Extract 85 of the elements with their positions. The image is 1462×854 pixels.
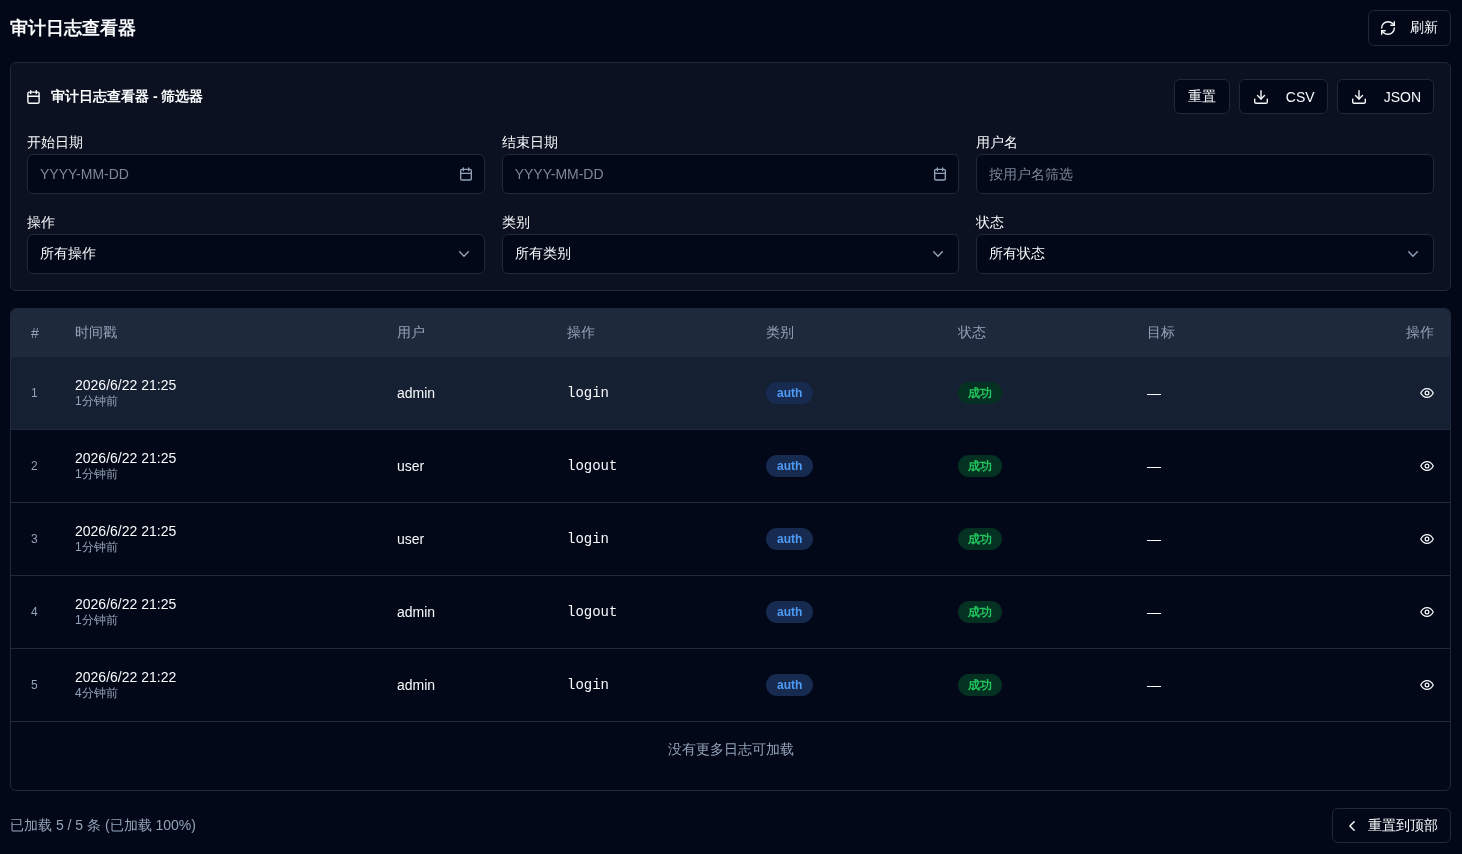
refresh-button[interactable]: 刷新 [1368,10,1451,46]
table-cell-text: logout [567,458,619,474]
table-row[interactable]: 1 2026/6/22 21:25 1分钟前 admin login auth 成功 — [11,357,1450,430]
download-icon [1253,89,1268,104]
relative-time-text: 1分钟前 [75,540,119,555]
eye-icon[interactable] [1420,680,1434,690]
calendar-icon[interactable] [459,167,472,181]
date-field[interactable]: YYYY-MM-DD [27,154,485,194]
category-badge: auth [766,674,814,696]
relative-time-text: 1分钟前 [75,467,119,482]
relative-time-text: 1分钟前 [75,613,119,628]
download-icon [1351,89,1366,104]
column-header: 操作 [567,324,596,342]
table-cell-text: — [1147,385,1162,401]
timestamp-text: 2026/6/22 21:25 [75,377,178,394]
field-label: 状态 [976,213,1006,232]
eye-icon[interactable] [1420,461,1434,471]
reset-button[interactable]: 重置 [1173,79,1230,114]
date-field[interactable]: YYYY-MM-DD [501,154,960,194]
relative-time-text: 1分钟前 [75,394,119,409]
panel-title: 审计日志查看器 - 筛选器 [51,87,204,106]
calendar-icon[interactable] [934,167,947,181]
timestamp-text: 2026/6/22 21:25 [75,596,178,613]
export-button[interactable]: CSV [1238,79,1328,114]
column-header: 目标 [1147,324,1176,342]
row-number: 1 [30,386,39,400]
table-cell-text: — [1147,604,1162,620]
status-badge: 成功 [958,674,1002,696]
timestamp-text: 2026/6/22 21:25 [75,450,178,467]
category-badge: auth [766,455,814,477]
table-cell-text: user [397,458,426,474]
chevron-down-icon [1408,251,1418,257]
back-to-top-button[interactable]: 重置到顶部 [1332,808,1451,843]
load-summary-text: 已加载 5 / 5 条 (已加载 100%) [10,816,196,835]
select-field[interactable]: 所有类别 [501,234,960,274]
field-label: 结束日期 [501,133,559,152]
column-header: # [30,325,40,341]
eye-icon[interactable] [1420,534,1434,544]
row-number: 5 [30,678,39,692]
field-label: 开始日期 [27,133,84,152]
table-cell-text: logout [567,604,619,620]
relative-time-text: 4分钟前 [75,686,119,701]
status-badge: 成功 [958,382,1002,404]
status-badge: 成功 [958,455,1002,477]
refresh-icon [1381,21,1395,35]
table-cell-text: login [567,531,610,547]
column-header: 操作 [1406,324,1435,342]
table-cell-text: admin [397,604,437,620]
category-badge: auth [766,601,814,623]
export-button[interactable]: JSON [1336,79,1434,114]
category-badge: auth [766,382,814,404]
column-header: 状态 [958,324,987,342]
status-badge: 成功 [958,601,1002,623]
field-label: 用户名 [976,133,1020,152]
chevron-down-icon [933,251,944,257]
select-field[interactable]: 所有状态 [976,234,1434,274]
row-number: 3 [30,532,39,546]
timestamp-text: 2026/6/22 21:25 [75,523,178,540]
select-field[interactable]: 所有操作 [27,234,485,274]
no-more-logs-text: 没有更多日志可加载 [667,740,794,759]
table-cell-text: admin [397,677,437,693]
row-number: 4 [30,605,39,619]
field-label: 操作 [27,213,56,232]
field-label: 类别 [501,213,531,232]
row-number: 2 [30,459,39,473]
category-badge: auth [766,528,814,550]
table-cell-text: admin [397,385,437,401]
calendar-icon [27,89,40,104]
column-header: 类别 [766,324,795,342]
table-cell-text: — [1147,458,1162,474]
status-badge: 成功 [958,528,1002,550]
table-cell-text: login [567,677,610,693]
chevron-down-icon [458,251,469,257]
table-cell-text: login [567,385,610,401]
timestamp-text: 2026/6/22 21:22 [75,669,178,686]
column-header: 用户 [397,324,426,342]
table-cell-text: user [397,531,426,547]
eye-icon[interactable] [1420,607,1434,617]
column-header: 时间戳 [75,324,118,342]
table-cell-text: — [1147,677,1162,693]
eye-icon[interactable] [1420,388,1434,398]
chevron-left-icon [1349,820,1355,831]
table-cell-text: — [1147,531,1162,547]
page-title: 审计日志查看器 [10,17,136,40]
input-field[interactable]: 按用户名筛选 [976,154,1434,194]
